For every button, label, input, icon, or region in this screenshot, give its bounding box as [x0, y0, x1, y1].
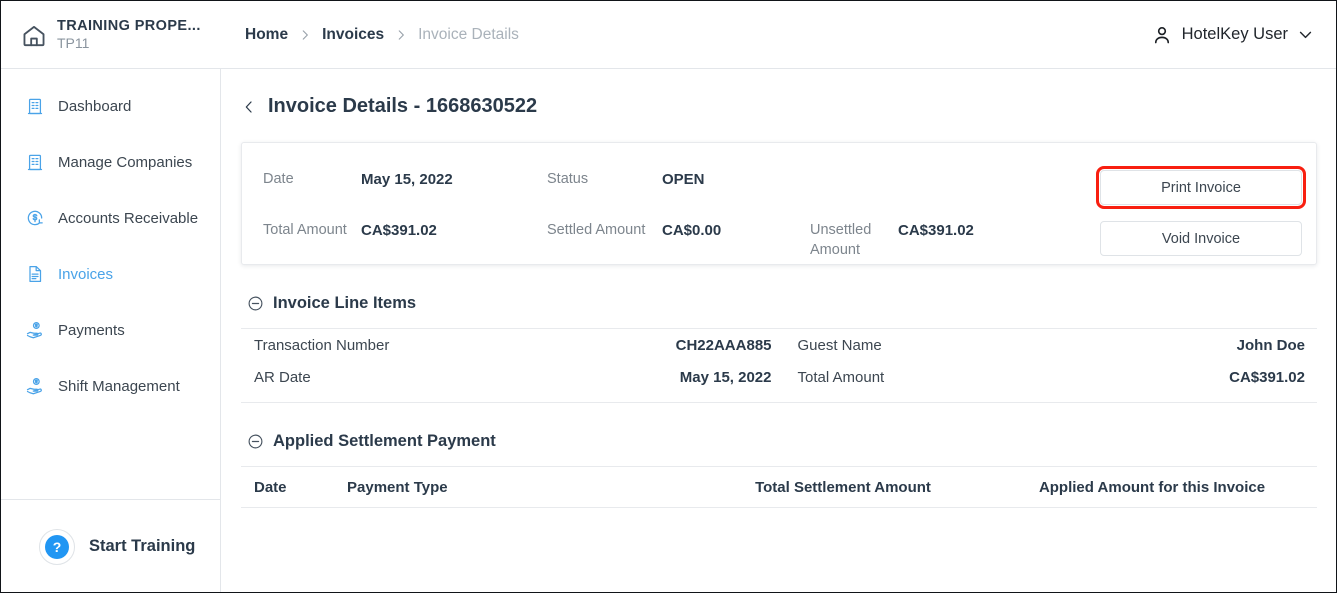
void-invoice-button[interactable]: Void Invoice	[1100, 221, 1302, 256]
unsettled-amount-label: Unsettled Amount	[810, 222, 872, 258]
table-header-row: Date Payment Type Total Settlement Amoun…	[241, 467, 1317, 507]
sidebar-item-accounts-receivable[interactable]: Accounts Receivable	[1, 198, 220, 238]
transaction-number-label: Transaction Number	[254, 336, 390, 354]
dollar-refresh-icon	[25, 208, 45, 228]
sidebar-item-label: Dashboard	[58, 97, 132, 115]
transaction-number-value: CH22AAA885	[675, 336, 772, 354]
user-name: HotelKey User	[1181, 25, 1288, 43]
sidebar-item-shift-management[interactable]: Shift Management	[1, 366, 220, 406]
top-bar: TRAINING PROPE... TP11 Home Invoices Inv…	[1, 1, 1336, 69]
invoice-summary-card: Date May 15, 2022 Status OPEN Print Invo…	[241, 142, 1317, 265]
applied-settlement-payment-section: Applied Settlement Payment Date Payment …	[241, 403, 1317, 508]
line-total-amount-label: Total Amount	[797, 368, 885, 386]
ar-date-label: AR Date	[254, 368, 311, 386]
hand-coin-icon	[25, 320, 45, 340]
sidebar-item-label: Shift Management	[58, 377, 180, 395]
sidebar-item-label: Manage Companies	[58, 153, 193, 171]
start-training-label: Start Training	[89, 537, 196, 555]
section-title: Invoice Line Items	[273, 294, 417, 312]
applied-settlement-payment-header[interactable]: Applied Settlement Payment	[241, 403, 1317, 466]
breadcrumb-item-invoice-details: Invoice Details	[418, 25, 519, 43]
settled-amount-value: CA$0.00	[662, 222, 722, 239]
summary-row-1: Date May 15, 2022 Status OPEN Print Invo…	[263, 166, 1306, 209]
ar-date-value: May 15, 2022	[679, 368, 772, 386]
chevron-right-icon	[298, 28, 312, 42]
settled-amount-label: Settled Amount	[547, 222, 646, 238]
building-icon	[25, 152, 45, 172]
user-icon	[1151, 24, 1173, 46]
sidebar-item-label: Invoices	[58, 265, 114, 283]
table-row: AR Date May 15, 2022 Total Amount CA$391…	[241, 361, 1317, 393]
sidebar-nav: Dashboard Manage Companies Accounts Rece…	[1, 69, 220, 499]
home-icon	[21, 23, 47, 49]
sidebar-item-label: Payments	[58, 321, 125, 339]
help-icon: ?	[39, 528, 75, 565]
guest-name-label: Guest Name	[797, 336, 882, 354]
sidebar-item-payments[interactable]: Payments	[1, 310, 220, 350]
hand-coin-icon	[25, 376, 45, 396]
page-header: Invoice Details - 1668630522	[222, 69, 1336, 118]
line-total-amount-value: CA$391.02	[1229, 368, 1305, 386]
app-window: TRAINING PROPE... TP11 Home Invoices Inv…	[0, 0, 1337, 593]
summary-row-2: Total Amount CA$391.02 Settled Amount CA…	[263, 221, 1302, 260]
guest-name-value: John Doe	[1236, 336, 1305, 354]
chevron-right-icon	[394, 28, 408, 42]
total-amount-label: Total Amount	[263, 222, 347, 238]
status-label: Status	[547, 171, 589, 187]
property-name: TRAINING PROPE...	[57, 17, 201, 34]
section-title: Applied Settlement Payment	[273, 432, 496, 450]
circle-minus-icon[interactable]	[247, 433, 264, 450]
breadcrumb-item-invoices[interactable]: Invoices	[322, 26, 384, 44]
main-content: Invoice Details - 1668630522 Date May 15…	[222, 69, 1336, 592]
brand-property-selector[interactable]: TRAINING PROPE... TP11	[1, 1, 221, 68]
invoice-line-items-header[interactable]: Invoice Line Items	[241, 265, 1317, 328]
sidebar-item-manage-companies[interactable]: Manage Companies	[1, 142, 220, 182]
invoice-line-items-section: Invoice Line Items Transaction Number CH…	[241, 265, 1317, 403]
help-icon-glyph: ?	[45, 534, 69, 559]
date-label: Date	[263, 171, 294, 187]
date-value: May 15, 2022	[361, 171, 453, 188]
column-header-payment-type: Payment Type	[347, 478, 448, 496]
building-icon	[25, 96, 45, 116]
breadcrumb-item-home[interactable]: Home	[245, 26, 288, 44]
sidebar-item-invoices[interactable]: Invoices	[1, 254, 220, 294]
back-button[interactable]	[241, 97, 257, 117]
page-title: Invoice Details - 1668630522	[268, 95, 538, 117]
document-icon	[25, 264, 45, 284]
column-header-total-settlement-amount: Total Settlement Amount	[755, 478, 931, 496]
column-header-applied-amount: Applied Amount for this Invoice	[1038, 478, 1266, 496]
chevron-down-icon[interactable]	[1297, 26, 1314, 43]
status-badge: OPEN	[662, 171, 705, 188]
property-code: TP11	[57, 35, 90, 52]
sidebar-item-label: Accounts Receivable	[58, 209, 199, 227]
section-divider	[241, 507, 1317, 508]
column-header-date: Date	[254, 478, 287, 496]
start-training-button[interactable]: ? Start Training	[1, 500, 220, 592]
print-invoice-button[interactable]: Print Invoice	[1096, 166, 1306, 209]
brand-text: TRAINING PROPE... TP11	[57, 18, 201, 52]
unsettled-amount-value: CA$391.02	[898, 222, 974, 239]
total-amount-value: CA$391.02	[361, 222, 437, 239]
user-menu[interactable]: HotelKey User	[1151, 24, 1314, 46]
table-row: Transaction Number CH22AAA885 Guest Name…	[241, 329, 1317, 361]
sidebar-item-dashboard[interactable]: Dashboard	[1, 86, 220, 126]
breadcrumb: Home Invoices Invoice Details	[245, 26, 519, 44]
circle-minus-icon[interactable]	[247, 295, 264, 312]
sidebar: Dashboard Manage Companies Accounts Rece…	[1, 69, 221, 592]
top-bar-right: Home Invoices Invoice Details HotelKey U…	[221, 1, 1336, 68]
